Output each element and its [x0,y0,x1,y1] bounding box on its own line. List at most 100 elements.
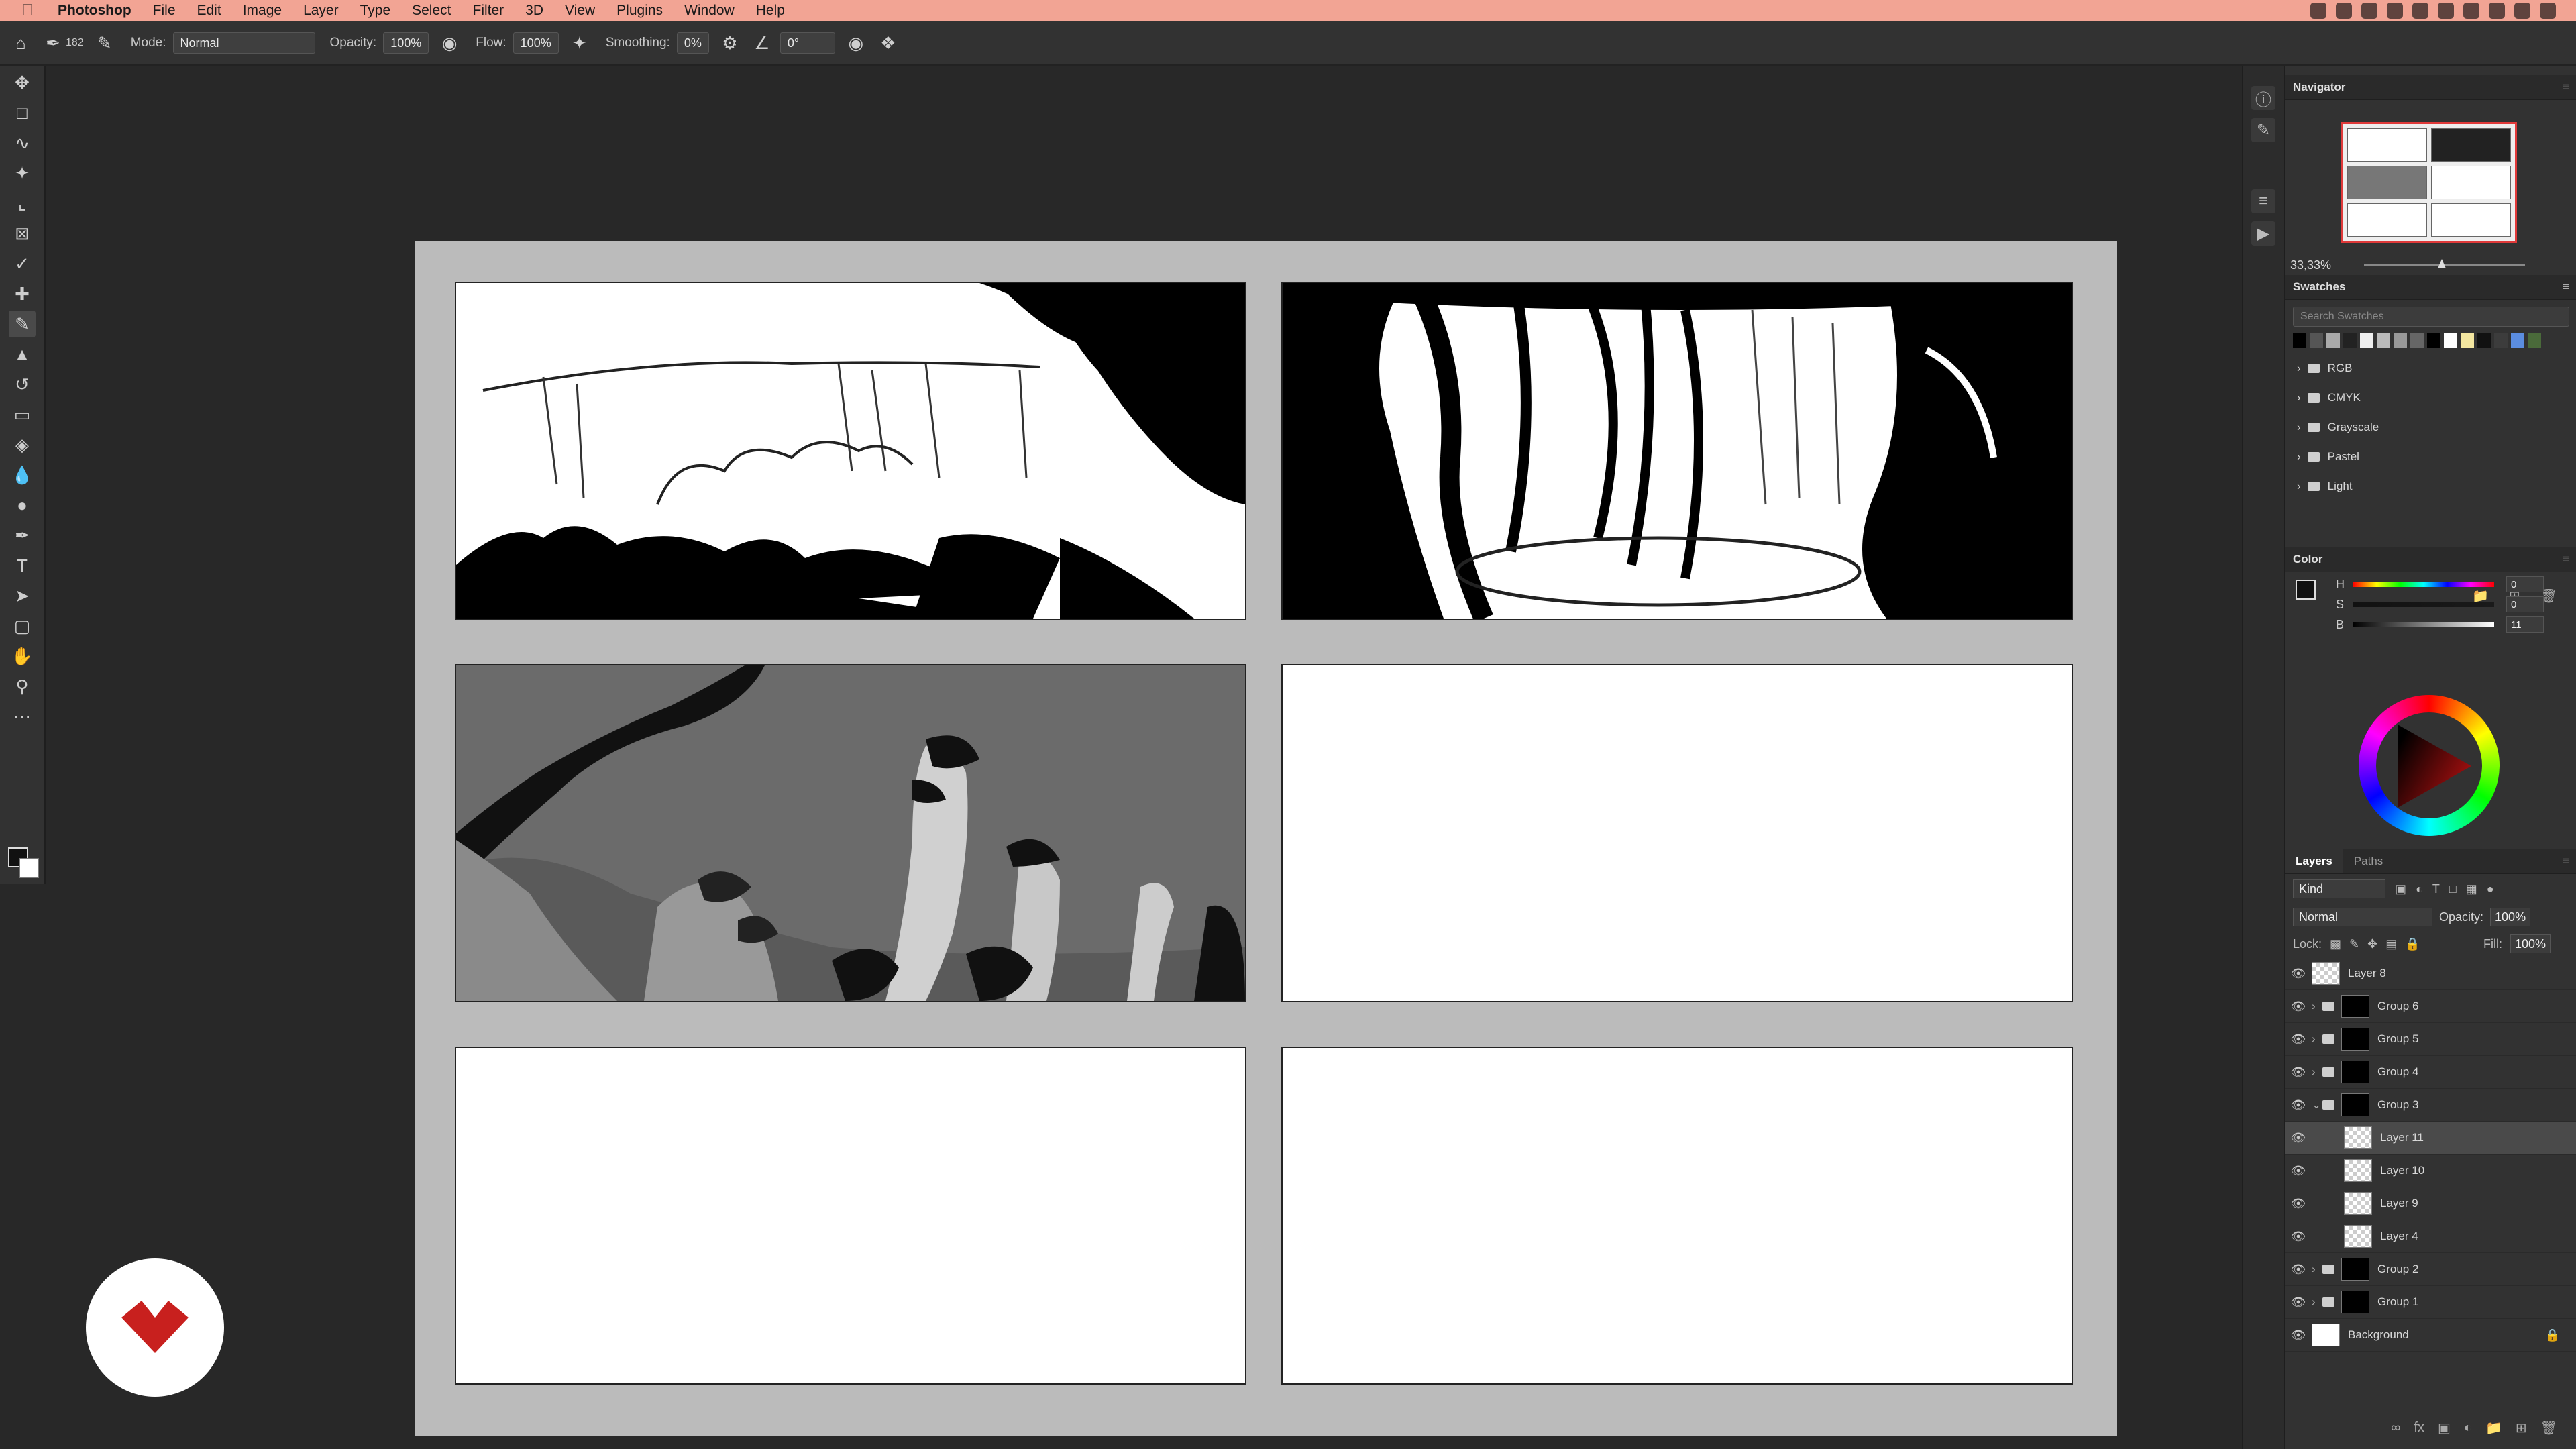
saturation-slider[interactable] [2353,602,2494,607]
swatch-folder-light[interactable]: › Light [2285,472,2576,501]
swatch-chip[interactable] [2461,333,2474,348]
eye-icon[interactable]: 👁 [2285,1131,2312,1145]
eye-icon[interactable]: 👁 [2285,967,2312,981]
tray-icon[interactable] [2336,3,2352,19]
storyboard-panel-6[interactable] [1281,1046,2073,1385]
swatch-chip[interactable] [2293,333,2306,348]
mode-select[interactable]: Normal [172,32,315,54]
menu-image[interactable]: Image [243,3,282,19]
volume-icon[interactable] [2489,3,2505,19]
swatch-chip[interactable] [2343,333,2357,348]
eye-icon[interactable]: 👁 [2285,1197,2312,1211]
eye-icon[interactable]: 👁 [2285,1164,2312,1178]
brush-tool-icon[interactable]: ✎ [9,311,36,337]
eye-icon[interactable]: 👁 [2285,1032,2312,1046]
color-wheel[interactable] [2359,695,2500,836]
menu-edit[interactable]: Edit [197,3,221,19]
hue-value[interactable]: 0 [2506,576,2544,592]
swatch-chip[interactable] [2310,333,2323,348]
layer-row-group-1[interactable]: 👁 › Group 1 [2285,1286,2576,1319]
menu-view[interactable]: View [565,3,595,19]
add-mask-icon[interactable]: ▣ [2438,1419,2451,1436]
eye-icon[interactable]: 👁 [2285,1328,2312,1342]
swatch-folder-pastel[interactable]: › Pastel [2285,442,2576,472]
eyedropper-tool-icon[interactable]: ✓ [9,250,36,277]
adjustment-layer-icon[interactable]: ◐ [2464,1420,2472,1436]
canvas-area[interactable] [46,66,2239,1449]
storyboard-panel-2[interactable] [1281,282,2073,620]
saturation-value[interactable]: 0 [2506,596,2544,612]
history-brush-tool-icon[interactable]: ↺ [9,371,36,398]
color-foreground-swatch[interactable] [2296,580,2316,600]
menu-select[interactable]: Select [412,3,451,19]
panel-menu-icon[interactable]: ≡ [2563,855,2569,868]
info-icon[interactable]: ⓘ [2251,86,2275,110]
lasso-tool-icon[interactable]: ∿ [9,129,36,156]
lock-position-icon[interactable]: ✥ [2367,937,2377,951]
layer-row-layer-10[interactable]: 👁 Layer 10 [2285,1155,2576,1187]
navigator-thumbnail[interactable] [2341,122,2517,243]
swatch-chip[interactable] [2528,333,2541,348]
navigator-zoom-value[interactable]: 33,33% [2290,258,2331,272]
opacity-field[interactable]: 100% [383,32,429,54]
magic-wand-tool-icon[interactable]: ✦ [9,160,36,186]
eraser-tool-icon[interactable]: ▭ [9,401,36,428]
eye-icon[interactable]: 👁 [2285,1230,2312,1244]
menu-layer[interactable]: Layer [303,3,339,19]
pressure-size-icon[interactable]: ◉ [845,32,867,54]
chevron-right-icon[interactable]: › [2312,1263,2322,1276]
menu-file[interactable]: File [153,3,176,19]
swatch-chip[interactable] [2494,333,2508,348]
chevron-right-icon[interactable]: › [2312,1000,2322,1013]
layer-row-layer-8[interactable]: 👁 Layer 8 [2285,957,2576,990]
menu-filter[interactable]: Filter [473,3,504,19]
paint-bucket-tool-icon[interactable]: ◈ [9,431,36,458]
eye-icon[interactable]: 👁 [2285,1263,2312,1277]
menu-plugins[interactable]: Plugins [616,3,663,19]
pen-tool-icon[interactable]: ✒ [9,522,36,549]
brush-settings-icon[interactable]: ✎ [93,32,116,54]
move-tool-icon[interactable]: ✥ [9,69,36,96]
tab-layers[interactable]: Layers [2285,849,2343,873]
lock-icon[interactable]: 🔒 [2545,1328,2560,1342]
chevron-right-icon[interactable]: › [2312,1065,2322,1079]
layer-row-layer-11[interactable]: 👁 Layer 11 [2285,1122,2576,1155]
blur-tool-icon[interactable]: 💧 [9,462,36,488]
swatch-chip[interactable] [2410,333,2424,348]
panel-menu-icon[interactable]: ≡ [2563,553,2569,566]
layer-row-group-3[interactable]: 👁 ⌄ Group 3 [2285,1089,2576,1122]
tray-icon[interactable] [2361,3,2377,19]
storyboard-panel-3[interactable] [455,664,1246,1002]
frame-tool-icon[interactable]: ⊠ [9,220,36,247]
swatch-folder-grayscale[interactable]: › Grayscale [2285,413,2576,442]
dodge-tool-icon[interactable]: ● [9,492,36,519]
blend-mode-select[interactable]: Normal [2293,908,2432,926]
angle-field[interactable]: 0° [780,32,835,54]
layer-row-group-6[interactable]: 👁 › Group 6 [2285,990,2576,1023]
pressure-opacity-icon[interactable]: ◉ [438,32,461,54]
layer-row-group-2[interactable]: 👁 › Group 2 [2285,1253,2576,1286]
brightness-slider[interactable] [2353,622,2494,627]
zoom-tool-icon[interactable]: ⚲ [9,673,36,700]
hand-tool-icon[interactable]: ✋ [9,643,36,669]
tray-icon[interactable] [2438,3,2454,19]
symmetry-icon[interactable]: ❖ [877,32,900,54]
storyboard-panel-4[interactable] [1281,664,2073,1002]
tray-icon[interactable] [2387,3,2403,19]
smoothing-field[interactable]: 0% [676,32,709,54]
new-group-icon[interactable]: 📁 [2485,1419,2502,1436]
pixel-filter-icon[interactable]: ▣ [2395,882,2406,896]
search-icon[interactable] [2514,3,2530,19]
swatch-chip[interactable] [2377,333,2390,348]
brush-size-value[interactable]: 182 [66,37,84,49]
swatch-chip[interactable] [2511,333,2524,348]
wifi-icon[interactable] [2463,3,2479,19]
swatch-chip[interactable] [2326,333,2340,348]
layer-row-layer-9[interactable]: 👁 Layer 9 [2285,1187,2576,1220]
tab-paths[interactable]: Paths [2343,855,2394,868]
panel-menu-icon[interactable]: ≡ [2563,80,2569,94]
play-icon[interactable]: ▶ [2251,221,2275,246]
layer-opacity-field[interactable]: 100% [2490,908,2531,926]
smart-object-filter-icon[interactable]: ▦ [2466,882,2477,896]
menu-3d[interactable]: 3D [525,3,543,19]
